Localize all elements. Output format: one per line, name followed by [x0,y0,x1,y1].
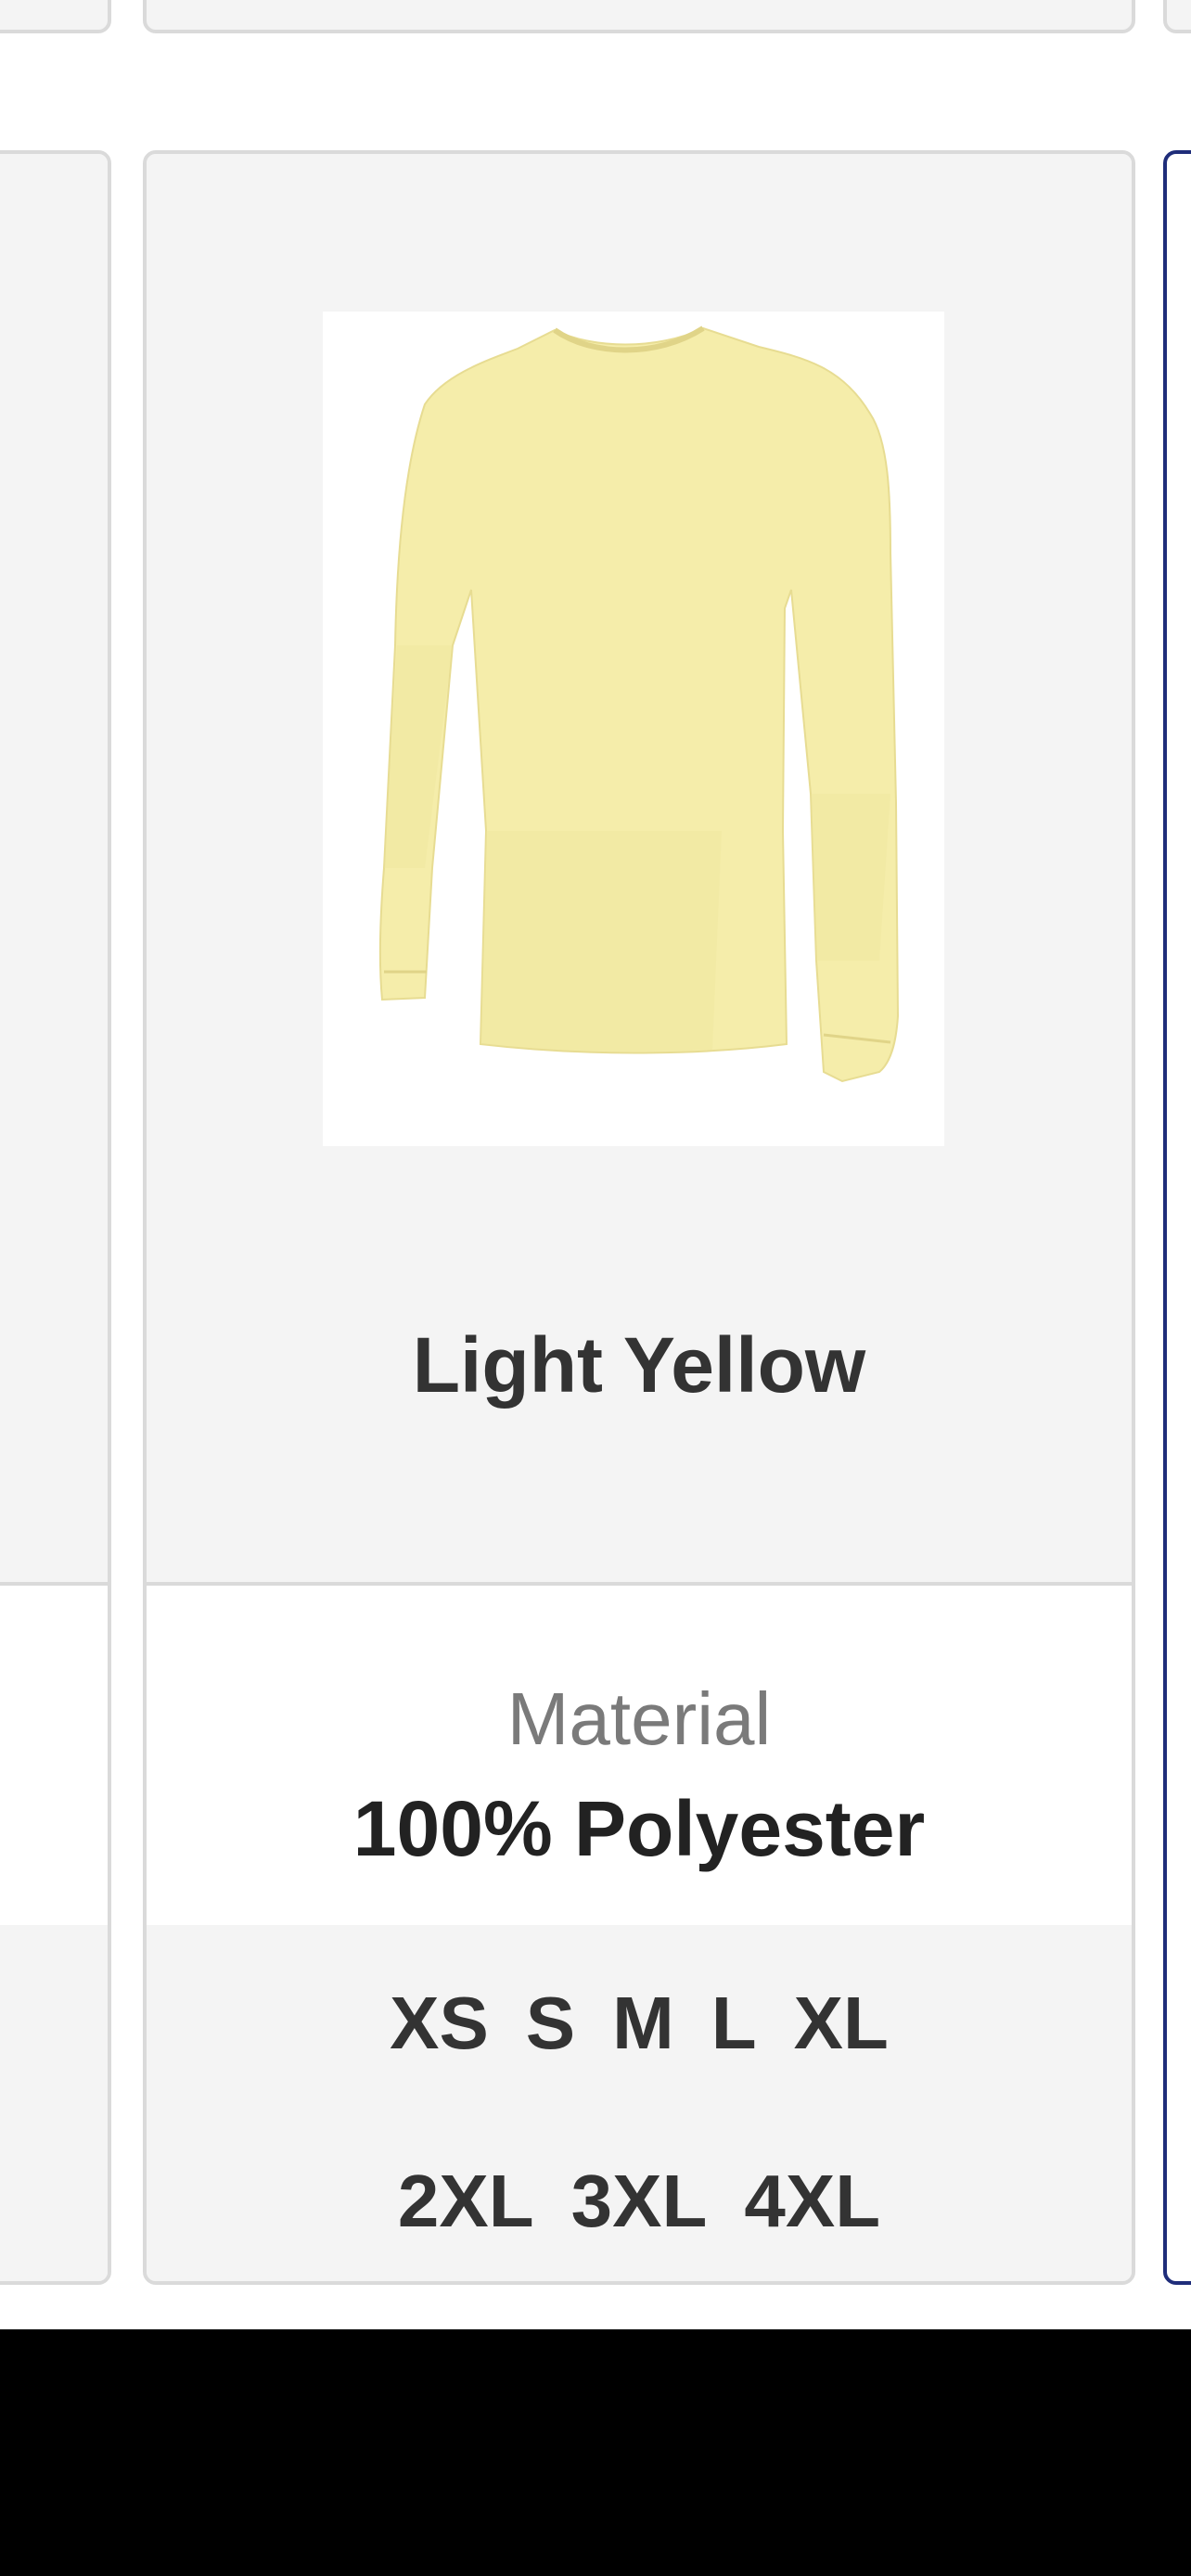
swatch-card-left[interactable] [0,150,111,2285]
size-label: S [525,1982,576,2064]
size-label: 2XL [397,2160,534,2242]
size-label: 3XL [570,2160,708,2242]
card-sizes-area [0,1925,108,2281]
long-sleeve-shirt-image [323,312,944,1146]
material-value: 100% Polyester [352,1785,926,1872]
sizes-row-1: XS S M L XL [147,1981,1132,2066]
card-image-area [0,154,108,1582]
swatch-card-above-right[interactable] [1163,0,1191,33]
size-label: XL [793,1982,889,2064]
card-sizes-area: XS S M L XL 2XL 3XL 4XL [147,1925,1132,2281]
color-name: Light Yellow [412,1321,866,1409]
size-label: M [612,1982,674,2064]
size-label: XS [390,1982,489,2064]
swatch-card-right-selected[interactable] [1163,150,1191,2285]
card-material-area: Material 100% Polyester [147,1586,1132,1929]
material-label: Material [506,1677,772,1760]
size-label: L [711,1982,757,2064]
bottom-black-area [0,2329,1191,2576]
swatch-card-above-left[interactable] [0,0,111,33]
swatch-card-above[interactable] [143,0,1135,33]
swatch-card-light-yellow[interactable]: Light Yellow Material 100% Polyester XS S… [143,150,1135,2285]
sizes-row-2: 2XL 3XL 4XL [147,2159,1132,2244]
card-image-area: Light Yellow [147,154,1132,1582]
card-material-area [0,1586,108,1929]
size-label: 4XL [744,2160,881,2242]
product-carousel: Light Yellow Material 100% Polyester XS S… [0,0,1191,2329]
